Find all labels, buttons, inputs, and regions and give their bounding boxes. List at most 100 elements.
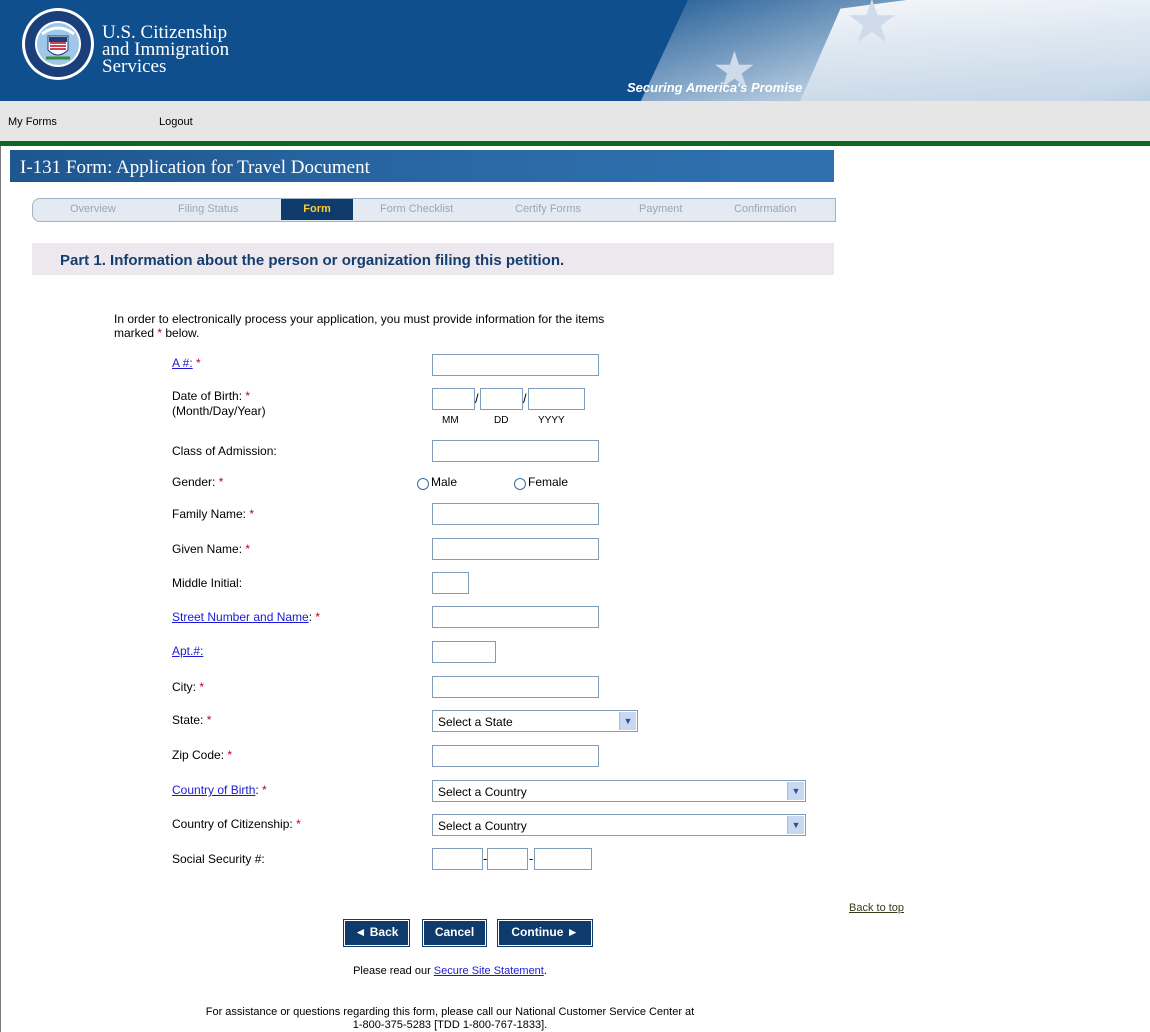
country-birth-help-link[interactable]: Country of Birth: [172, 783, 255, 797]
continue-button[interactable]: Continue ►: [498, 920, 592, 946]
part-heading-bar: Part 1. Information about the person or …: [32, 243, 834, 275]
tab-confirmation[interactable]: Confirmation: [734, 203, 796, 215]
city-label-text: City:: [172, 680, 196, 694]
ssn-part1-input[interactable]: [432, 848, 483, 870]
class-admission-label: Class of Admission:: [172, 444, 277, 458]
required-marker: *: [196, 356, 201, 370]
chevron-down-icon: ▼: [619, 712, 636, 730]
gender-male-label: Male: [431, 475, 458, 489]
zip-label: Zip Code: *: [172, 748, 232, 763]
street-input[interactable]: [432, 606, 599, 628]
required-marker: *: [249, 507, 255, 521]
street-label: Street Number and Name: *: [172, 610, 321, 624]
chevron-down-icon: ▼: [787, 782, 804, 800]
family-name-input[interactable]: [432, 503, 599, 525]
tab-form-checklist[interactable]: Form Checklist: [380, 203, 453, 215]
middle-initial-input[interactable]: [432, 572, 469, 594]
dob-dd-hint: DD: [494, 415, 509, 426]
state-label: State: *: [172, 713, 211, 728]
header-banner: ★ ★ U.S. Citizenship and Immigration Ser…: [0, 0, 1150, 101]
form-title-bar: I-131 Form: Application for Travel Docum…: [10, 150, 834, 182]
back-button[interactable]: ◄ Back: [344, 920, 409, 946]
required-marker: *: [296, 817, 301, 831]
dob-year-input[interactable]: [528, 388, 585, 410]
tab-form[interactable]: Form: [281, 199, 353, 220]
divider: [0, 141, 1150, 146]
secure-statement: Please read our Secure Site Statement.: [300, 965, 600, 977]
date-separator: /: [523, 391, 527, 406]
state-select[interactable]: Select a State ▼: [432, 710, 638, 732]
dob-mm-hint: MM: [442, 415, 459, 426]
agency-name: U.S. Citizenship and Immigration Service…: [102, 23, 229, 77]
state-select-value: Select a State: [438, 715, 513, 729]
required-marker: *: [199, 680, 205, 694]
a-number-help-link[interactable]: A #:: [172, 356, 193, 370]
country-citizenship-label-text: Country of Citizenship:: [172, 817, 293, 831]
part-heading: Part 1. Information about the person or …: [60, 252, 565, 269]
required-marker: *: [206, 713, 212, 727]
street-help-link[interactable]: Street Number and Name: [172, 610, 309, 624]
star-icon: ★: [845, 0, 899, 55]
intro-line: marked: [114, 326, 158, 340]
ssn-part2-input[interactable]: [487, 848, 528, 870]
country-citizenship-value: Select a Country: [438, 819, 527, 833]
date-separator: /: [475, 391, 479, 406]
country-citizenship-label: Country of Citizenship: *: [172, 817, 301, 832]
zip-label-text: Zip Code:: [172, 748, 225, 762]
secure-site-statement-link[interactable]: Secure Site Statement: [434, 965, 544, 977]
chevron-down-icon: ▼: [787, 816, 804, 834]
state-label-text: State:: [172, 713, 204, 727]
dob-month-input[interactable]: [432, 388, 475, 410]
back-to-top-link[interactable]: Back to top: [849, 902, 904, 914]
dob-day-input[interactable]: [480, 388, 523, 410]
country-birth-select[interactable]: Select a Country ▼: [432, 780, 806, 802]
required-marker: *: [218, 475, 224, 489]
country-birth-label: Country of Birth: *: [172, 783, 267, 797]
tab-overview[interactable]: Overview: [70, 203, 116, 215]
top-nav: My Forms Logout: [0, 101, 1150, 141]
form-title: I-131 Form: Application for Travel Docum…: [20, 157, 370, 178]
agency-line: Services: [102, 56, 167, 77]
apt-help-link[interactable]: Apt.#:: [172, 644, 203, 658]
city-input[interactable]: [432, 676, 599, 698]
family-name-label: Family Name: *: [172, 507, 254, 522]
intro-line: below.: [162, 326, 200, 340]
dob-hint: (Month/Day/Year): [172, 404, 266, 418]
required-marker: *: [245, 389, 251, 403]
gender-male-radio[interactable]: [417, 478, 429, 490]
zip-input[interactable]: [432, 745, 599, 767]
intro-text: In order to electronically process your …: [114, 312, 754, 340]
middle-initial-label: Middle Initial:: [172, 576, 243, 590]
cancel-button[interactable]: Cancel: [423, 920, 486, 946]
tab-payment[interactable]: Payment: [639, 203, 682, 215]
intro-line: In order to electronically process your …: [114, 312, 605, 326]
nav-logout[interactable]: Logout: [159, 116, 193, 128]
page-left-border: [0, 101, 1, 1032]
a-number-input[interactable]: [432, 354, 599, 376]
required-marker: *: [227, 748, 233, 762]
ssn-part3-input[interactable]: [534, 848, 592, 870]
given-name-input[interactable]: [432, 538, 599, 560]
tab-certify-forms[interactable]: Certify Forms: [515, 203, 581, 215]
apt-label: Apt.#:: [172, 644, 203, 659]
required-marker: *: [262, 783, 267, 797]
family-name-label-text: Family Name:: [172, 507, 247, 521]
gender-label: Gender: *: [172, 475, 223, 490]
gender-female-radio[interactable]: [514, 478, 526, 490]
assistance-line: 1-800-375-5283 [TDD 1-800-767-1833].: [352, 1019, 548, 1031]
secure-suffix: .: [543, 965, 547, 977]
nav-my-forms[interactable]: My Forms: [8, 116, 57, 128]
class-admission-input[interactable]: [432, 440, 599, 462]
a-number-label: A #: *: [172, 356, 201, 371]
assistance-line: For assistance or questions regarding th…: [205, 1006, 695, 1018]
given-name-label-text: Given Name:: [172, 542, 243, 556]
gender-label-text: Gender:: [172, 475, 216, 489]
tab-filing-status[interactable]: Filing Status: [178, 203, 239, 215]
progress-tabs: Overview Filing Status Form Form Checkli…: [32, 198, 836, 222]
gender-female-label: Female: [528, 475, 569, 489]
apt-input[interactable]: [432, 641, 496, 663]
given-name-label: Given Name: *: [172, 542, 250, 557]
country-citizenship-select[interactable]: Select a Country ▼: [432, 814, 806, 836]
required-marker: *: [315, 610, 321, 624]
secure-prefix: Please read our: [353, 965, 434, 977]
